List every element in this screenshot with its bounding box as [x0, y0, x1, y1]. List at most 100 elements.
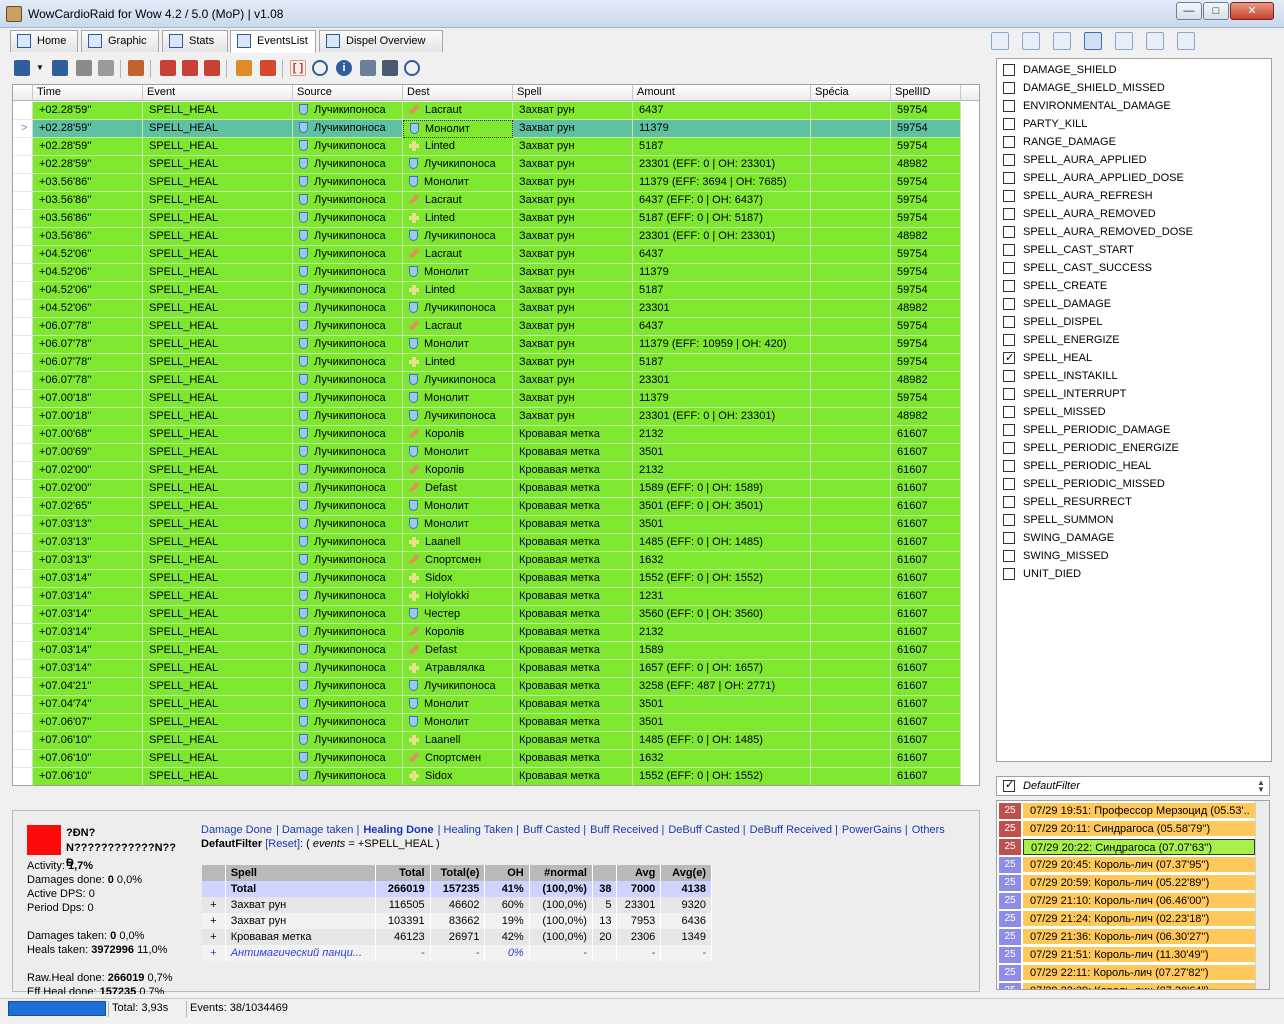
chat-icon[interactable] [1146, 32, 1164, 50]
event-type-checkbox[interactable] [1003, 82, 1015, 94]
table-row[interactable]: +07.03'14'' SPELL_HEAL Лучикипоноса Честер К… [13, 606, 979, 624]
user-search-icon[interactable] [404, 60, 420, 76]
event-type-checkbox[interactable] [1003, 424, 1015, 436]
header-specia[interactable]: Spécia [811, 85, 891, 101]
search-icon[interactable] [312, 60, 328, 76]
stats-row[interactable]: + Антимагический панци... - -0% - - - [202, 945, 712, 961]
minimize-button[interactable]: — [1176, 2, 1202, 20]
event-type-checkbox[interactable] [1003, 280, 1015, 292]
table-row[interactable]: +07.00'69'' SPELL_HEAL Лучикипоноса Монолит… [13, 444, 979, 462]
export-icon[interactable] [128, 60, 144, 76]
close-button[interactable]: ✕ [1230, 2, 1274, 20]
event-type-checkbox[interactable] [1003, 298, 1015, 310]
table-row[interactable]: +04.52'06'' SPELL_HEAL Лучикипоноса Монолит… [13, 264, 979, 282]
header-amount[interactable]: Amount [633, 85, 811, 101]
table-row[interactable]: +03.56'86'' SPELL_HEAL Лучикипоноса Linted З… [13, 210, 979, 228]
stat-link[interactable]: Others [912, 824, 945, 836]
event-type-checkbox[interactable] [1003, 388, 1015, 400]
table-row[interactable]: +06.07'78'' SPELL_HEAL Лучикипоноса Linted З… [13, 354, 979, 372]
events-view-icon[interactable] [1084, 32, 1102, 50]
stat-link[interactable]: Buff Casted | [523, 824, 586, 836]
stat-link[interactable]: PowerGains | [842, 824, 908, 836]
table-row[interactable]: +02.28'59'' SPELL_HEAL Лучикипоноса Лучикип… [13, 156, 979, 174]
table-row[interactable]: +07.06'07'' SPELL_HEAL Лучикипоноса Монолит… [13, 714, 979, 732]
table-row[interactable]: +07.03'14'' SPELL_HEAL Лучикипоноса Королів… [13, 624, 979, 642]
event-type-checkbox[interactable] [1003, 550, 1015, 562]
tab-home[interactable]: Home [10, 30, 78, 52]
table-row[interactable]: +02.28'59'' SPELL_HEAL Лучикипоноса Linted З… [13, 138, 979, 156]
event-type-checkbox[interactable] [1003, 154, 1015, 166]
event-type-checkbox[interactable] [1003, 64, 1015, 76]
event-type-checkbox[interactable] [1003, 442, 1015, 454]
table-row[interactable]: +07.03'14'' SPELL_HEAL Лучикипоноса Sidox Кр… [13, 570, 979, 588]
stat-link[interactable]: Damage Done [201, 824, 272, 836]
table-row[interactable]: +07.04'21'' SPELL_HEAL Лучикипоноса Лучикип… [13, 678, 979, 696]
stats-header[interactable]: OH [484, 865, 530, 881]
delete-icon[interactable] [204, 60, 220, 76]
lock-icon[interactable] [382, 60, 398, 76]
event-type-checkbox[interactable] [1003, 568, 1015, 580]
merge-icon[interactable] [236, 60, 252, 76]
event-type-checkbox[interactable] [1003, 244, 1015, 256]
stats-row[interactable]: Total 266019 157235 41% (100,0%) 38 7000 4138 [202, 881, 712, 897]
header-source[interactable]: Source [293, 85, 403, 101]
stats-row[interactable]: + Захват рун 116505 46602 60% (100,0%) 5 23301 9… [202, 897, 712, 913]
header-time[interactable]: Time [33, 85, 143, 101]
header-dest[interactable]: Dest [403, 85, 513, 101]
table-row[interactable]: +07.04'74'' SPELL_HEAL Лучикипоноса Монолит… [13, 696, 979, 714]
event-type-checkbox[interactable] [1003, 514, 1015, 526]
table-row[interactable]: > +02.28'59'' SPELL_HEAL Лучикипоноса Моноли… [13, 120, 979, 138]
tab-dispel-overview[interactable]: Dispel Overview [319, 30, 443, 52]
event-type-checkbox[interactable] [1003, 172, 1015, 184]
stat-link[interactable]: | Healing Taken | [438, 824, 519, 836]
compare-icon[interactable] [1115, 32, 1133, 50]
stats-header[interactable]: Total(e) [430, 865, 486, 881]
event-type-checkbox[interactable] [1003, 460, 1015, 472]
filter-select[interactable]: DefautFilter ▲▼ [996, 776, 1270, 796]
stats-header[interactable] [592, 865, 618, 881]
user-filter-icon[interactable] [360, 60, 376, 76]
event-type-checkbox[interactable] [1003, 532, 1015, 544]
fight-item[interactable]: 25 07/29 21:51: Король-лич (11.30'49'') [999, 947, 1255, 964]
home-view-icon[interactable] [1177, 32, 1195, 50]
remove-filter-icon[interactable] [160, 60, 176, 76]
stat-link[interactable]: Healing Done [363, 824, 433, 836]
brackets-icon[interactable]: [ ] [290, 60, 306, 76]
stats-row[interactable]: + Захват рун 103391 83662 19% (100,0%) 13 7953 6… [202, 913, 712, 929]
table-row[interactable]: +06.07'78'' SPELL_HEAL Лучикипоноса Монолит… [13, 336, 979, 354]
maximize-button[interactable]: □ [1203, 2, 1229, 20]
event-type-checkbox[interactable] [1003, 118, 1015, 130]
table-row[interactable]: +07.00'18'' SPELL_HEAL Лучикипоноса Монолит… [13, 390, 979, 408]
table-row[interactable]: +04.52'06'' SPELL_HEAL Лучикипоноса Linted З… [13, 282, 979, 300]
dropdown-arrow-icon[interactable]: ▼ [36, 60, 44, 76]
tab-stats[interactable]: Stats [162, 30, 228, 52]
filter-dropdown-icon[interactable]: ▲ ▼ [1255, 779, 1267, 794]
event-type-checkbox[interactable] [1003, 316, 1015, 328]
fight-item[interactable]: 25 07/29 21:24: Король-лич (02.23'18'') [999, 911, 1255, 928]
stats-header[interactable]: Spell [225, 865, 376, 881]
table-row[interactable]: +07.00'18'' SPELL_HEAL Лучикипоноса Лучикип… [13, 408, 979, 426]
fight-item[interactable]: 25 07/29 21:10: Король-лич (06.46'00'') [999, 893, 1255, 910]
table-row[interactable]: +03.56'86'' SPELL_HEAL Лучикипоноса Lacraut… [13, 192, 979, 210]
list-view-icon[interactable] [991, 32, 1009, 50]
event-type-checkbox[interactable] [1003, 350, 1015, 366]
reset-link[interactable]: [Reset] [265, 838, 300, 850]
event-type-checkbox[interactable] [1003, 208, 1015, 220]
stats-header[interactable]: Avg [616, 865, 662, 881]
event-type-checkbox[interactable] [1003, 370, 1015, 382]
table-row[interactable]: +07.02'00'' SPELL_HEAL Лучикипоноса Королів… [13, 462, 979, 480]
table-row[interactable]: +07.03'13'' SPELL_HEAL Лучикипоноса Laanell… [13, 534, 979, 552]
event-type-checkbox[interactable] [1003, 190, 1015, 202]
table-row[interactable]: +07.00'68'' SPELL_HEAL Лучикипоноса Королів… [13, 426, 979, 444]
table-row[interactable]: +07.06'10'' SPELL_HEAL Лучикипоноса Спортсм… [13, 750, 979, 768]
fight-item[interactable]: 2507/29 22:29: Король-лич (07.30'64'') [999, 983, 1255, 989]
fight-item[interactable]: 25 07/29 20:11: Синдрагоса (05.58'79'') [999, 821, 1255, 838]
save-as-icon[interactable] [52, 60, 68, 76]
table-row[interactable]: +07.06'10'' SPELL_HEAL Лучикипоноса Sidox Кр… [13, 768, 979, 785]
tab-graphic[interactable]: Graphic [81, 30, 159, 52]
events-grid[interactable]: Time Event Source Dest Spell Amount Spéc… [12, 84, 980, 786]
swap-icon[interactable] [260, 60, 276, 76]
event-type-checkbox[interactable] [1003, 406, 1015, 418]
table-row[interactable]: +07.03'14'' SPELL_HEAL Лучикипоноса Defast К… [13, 642, 979, 660]
table-row[interactable]: +04.52'06'' SPELL_HEAL Лучикипоноса Lacraut… [13, 246, 979, 264]
